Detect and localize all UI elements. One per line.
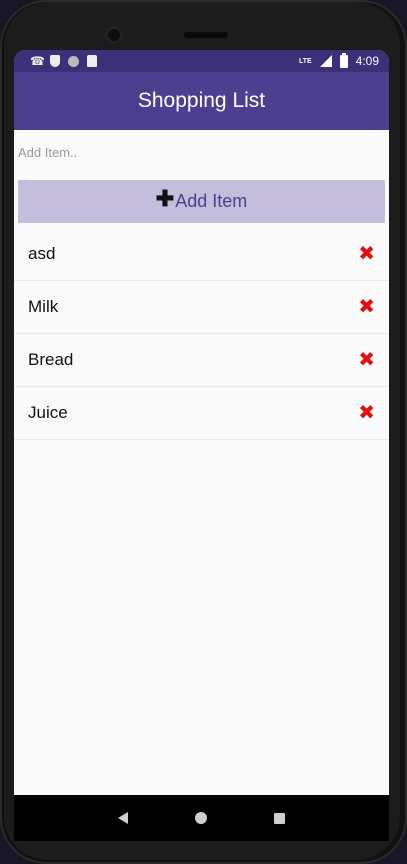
back-icon[interactable]: [117, 812, 128, 824]
list-item[interactable]: asd ✖: [14, 228, 389, 281]
system-nav-bar: [14, 795, 389, 841]
list-item[interactable]: Juice ✖: [14, 387, 389, 440]
list-item-label: Milk: [28, 297, 59, 316]
add-item-input[interactable]: [18, 145, 385, 160]
status-left-icons: ☎: [30, 55, 97, 67]
app-bar: Shopping List: [14, 72, 389, 130]
earpiece-speaker: [184, 32, 228, 38]
list-item-label: Juice: [28, 403, 68, 422]
lte-label: LTE: [298, 57, 312, 65]
app-screen: ☎ LTE 4:09 Shopping List ✚ Add Item: [14, 50, 389, 795]
list-item-label: Bread: [28, 350, 74, 369]
battery-icon: [339, 52, 348, 68]
status-right-icons: LTE 4:09: [298, 52, 379, 68]
circle-icon: [68, 55, 79, 67]
recent-apps-icon[interactable]: [274, 812, 286, 824]
list-item-label: asd: [28, 244, 56, 263]
signal-icon: [319, 55, 332, 67]
front-camera: [105, 26, 123, 44]
status-time: 4:09: [355, 54, 379, 68]
call-forward-icon: ☎: [30, 54, 45, 68]
phone-frame: ☎ LTE 4:09 Shopping List ✚ Add Item: [0, 0, 407, 864]
shield-icon: [50, 55, 60, 67]
delete-icon[interactable]: ✖: [358, 244, 375, 264]
shopping-list: asd ✖ Milk ✖ Bread ✖ Juice ✖: [14, 228, 389, 440]
sd-card-icon: [87, 55, 97, 67]
app-title: Shopping List: [137, 89, 266, 112]
plus-icon: ✚: [155, 185, 175, 211]
add-item-button[interactable]: ✚ Add Item: [18, 180, 385, 223]
add-item-button-label: Add Item: [175, 191, 248, 211]
status-bar: ☎ LTE 4:09: [14, 50, 389, 72]
delete-icon[interactable]: ✖: [358, 297, 375, 317]
list-item[interactable]: Bread ✖: [14, 334, 389, 387]
delete-icon[interactable]: ✖: [358, 350, 375, 370]
list-item[interactable]: Milk ✖: [14, 281, 389, 334]
delete-icon[interactable]: ✖: [358, 403, 375, 423]
home-icon[interactable]: [194, 812, 207, 824]
add-item-input-row: [14, 130, 389, 180]
